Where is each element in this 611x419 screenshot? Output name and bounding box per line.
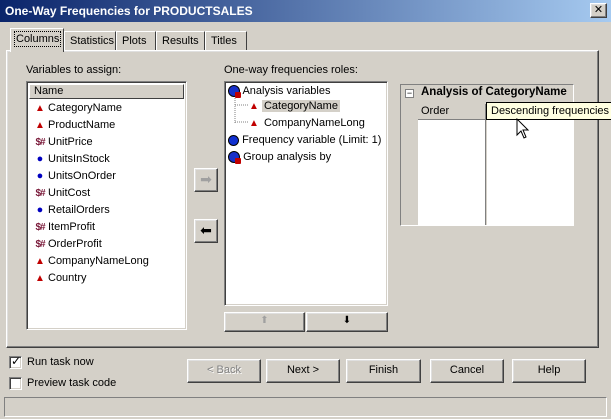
- list-item[interactable]: ▲ ProductName: [33, 117, 115, 133]
- tree-node-companynamelong[interactable]: ▲ CompanyNameLong: [249, 115, 365, 131]
- list-item[interactable]: ● UnitsInStock: [33, 151, 110, 167]
- move-up-button[interactable]: ⬆: [224, 312, 305, 332]
- collapse-button[interactable]: −: [405, 89, 414, 98]
- close-button[interactable]: ✕: [590, 3, 607, 18]
- list-item[interactable]: $# UnitCost: [33, 185, 90, 201]
- list-item[interactable]: $# UnitPrice: [33, 134, 92, 150]
- back-button[interactable]: < Back: [187, 359, 261, 383]
- preview-checkbox[interactable]: [9, 377, 22, 390]
- computed-icon: $#: [35, 222, 45, 233]
- character-icon: ▲: [35, 120, 45, 131]
- frequency-role-icon: [228, 134, 239, 146]
- down-arrow-icon: ⬇: [342, 315, 352, 326]
- table-title: Analysis of CategoryName: [421, 86, 567, 98]
- order-column[interactable]: Order: [418, 104, 486, 225]
- next-button[interactable]: Next >: [266, 359, 340, 383]
- character-icon: ▲: [35, 256, 45, 267]
- run-task-checkbox[interactable]: ✓: [9, 354, 22, 369]
- list-item[interactable]: ▲ CompanyNameLong: [33, 253, 149, 269]
- tree-node-group-analysis[interactable]: Group analysis by: [228, 149, 331, 165]
- tree-node-analysis-variables[interactable]: Analysis variables: [228, 83, 331, 99]
- roles-label: One-way frequencies roles:: [224, 64, 358, 76]
- group-role-icon: [228, 151, 241, 165]
- computed-icon: $#: [35, 188, 45, 199]
- right-arrow-icon: ➡: [200, 171, 212, 187]
- list-item[interactable]: ▲ Country: [33, 270, 86, 286]
- title-bar[interactable]: One-Way Frequencies for PRODUCTSALES ✕: [0, 0, 611, 22]
- tab-statistics[interactable]: Statistics: [64, 31, 116, 51]
- tab-results[interactable]: Results: [156, 31, 205, 51]
- preview-label[interactable]: Preview task code: [27, 377, 116, 389]
- run-task-label[interactable]: Run task now: [27, 356, 94, 368]
- remove-left-button[interactable]: ⬅: [194, 219, 218, 243]
- tab-columns[interactable]: Columns: [10, 28, 64, 52]
- assign-right-button[interactable]: ➡: [194, 168, 218, 192]
- character-icon: ▲: [249, 101, 259, 112]
- status-bar: [4, 397, 607, 417]
- tree-node-categoryname[interactable]: ▲ CategoryName: [249, 98, 340, 114]
- mouse-cursor-icon: [516, 118, 530, 139]
- left-arrow-icon: ⬅: [200, 222, 212, 238]
- tree-node-frequency-variable[interactable]: Frequency variable (Limit: 1): [228, 132, 381, 148]
- list-item[interactable]: ▲ CategoryName: [33, 100, 122, 116]
- numeric-icon: ●: [36, 204, 44, 216]
- check-icon: ✓: [11, 354, 22, 368]
- tab-titles[interactable]: Titles: [205, 31, 247, 51]
- list-item[interactable]: $# OrderProfit: [33, 236, 101, 252]
- move-down-button[interactable]: ⬇: [306, 312, 388, 332]
- list-item[interactable]: ● RetailOrders: [33, 202, 110, 218]
- cancel-button[interactable]: Cancel: [430, 359, 504, 383]
- character-icon: ▲: [249, 118, 259, 129]
- help-button[interactable]: Help: [512, 359, 586, 383]
- character-icon: ▲: [35, 273, 45, 284]
- analysis-role-icon: [228, 85, 241, 99]
- variables-label: Variables to assign:: [26, 64, 122, 76]
- close-icon: ✕: [593, 4, 604, 16]
- computed-icon: $#: [35, 137, 45, 148]
- character-icon: ▲: [35, 103, 45, 114]
- variables-list[interactable]: Name ▲ CategoryName ▲ ProductName $# UnitPr…: [26, 81, 187, 330]
- computed-icon: $#: [35, 239, 45, 250]
- tab-plots[interactable]: Plots: [116, 31, 156, 51]
- numeric-icon: ●: [36, 170, 44, 182]
- window-title: One-Way Frequencies for PRODUCTSALES: [5, 4, 253, 18]
- numeric-icon: ●: [36, 153, 44, 165]
- list-item[interactable]: $# ItemProfit: [33, 219, 95, 235]
- roles-tree[interactable]: Analysis variables ▲ CategoryName ▲ Comp…: [224, 81, 388, 306]
- minus-icon: −: [406, 88, 413, 98]
- order-column-header[interactable]: Order: [418, 104, 485, 120]
- finish-button[interactable]: Finish: [346, 359, 421, 383]
- descending-column[interactable]: [487, 104, 573, 225]
- column-header-name[interactable]: Name: [29, 84, 184, 99]
- tooltip: Descending frequencies: [486, 102, 611, 120]
- list-item[interactable]: ● UnitsOnOrder: [33, 168, 116, 184]
- up-arrow-icon: ⬆: [260, 315, 269, 326]
